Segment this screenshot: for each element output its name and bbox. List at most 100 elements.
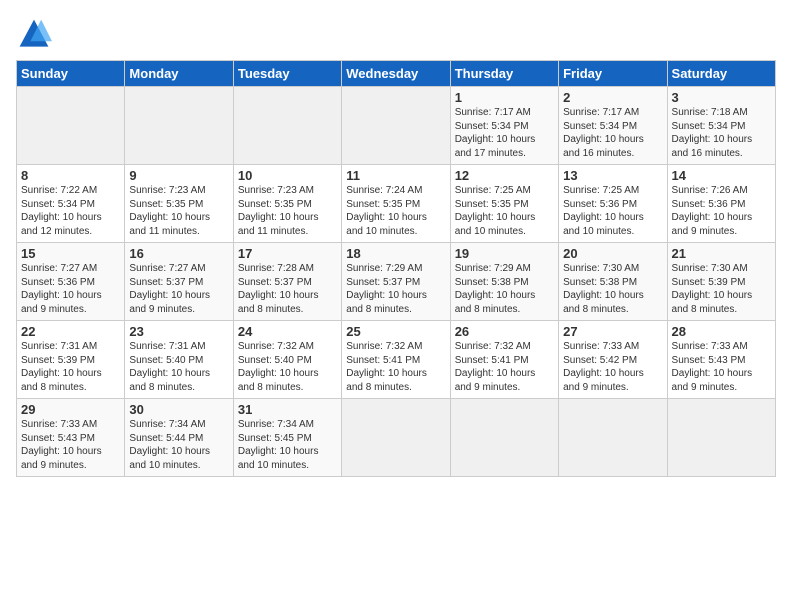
calendar-cell [342, 87, 450, 165]
day-number: 27 [563, 324, 662, 339]
day-number: 22 [21, 324, 120, 339]
calendar-cell: 30 Sunrise: 7:34 AMSunset: 5:44 PMDayligh… [125, 399, 233, 477]
calendar-cell: 9 Sunrise: 7:23 AMSunset: 5:35 PMDaylight… [125, 165, 233, 243]
day-number: 14 [672, 168, 771, 183]
day-header-tuesday: Tuesday [233, 61, 341, 87]
day-number: 15 [21, 246, 120, 261]
calendar-cell [17, 87, 125, 165]
day-number: 19 [455, 246, 554, 261]
day-number: 26 [455, 324, 554, 339]
day-info: Sunrise: 7:30 AMSunset: 5:39 PMDaylight:… [672, 263, 753, 315]
calendar-cell [667, 399, 775, 477]
day-info: Sunrise: 7:32 AMSunset: 5:40 PMDaylight:… [238, 341, 319, 393]
day-number: 21 [672, 246, 771, 261]
calendar-cell: 22 Sunrise: 7:31 AMSunset: 5:39 PMDayligh… [17, 321, 125, 399]
day-info: Sunrise: 7:33 AMSunset: 5:43 PMDaylight:… [672, 341, 753, 393]
calendar-cell: 3 Sunrise: 7:18 AMSunset: 5:34 PMDaylight… [667, 87, 775, 165]
day-number: 18 [346, 246, 445, 261]
calendar-cell: 29 Sunrise: 7:33 AMSunset: 5:43 PMDayligh… [17, 399, 125, 477]
day-info: Sunrise: 7:28 AMSunset: 5:37 PMDaylight:… [238, 263, 319, 315]
day-number: 12 [455, 168, 554, 183]
day-number: 8 [21, 168, 120, 183]
logo [16, 16, 56, 52]
day-header-monday: Monday [125, 61, 233, 87]
logo-icon [16, 16, 52, 52]
day-number: 29 [21, 402, 120, 417]
day-number: 20 [563, 246, 662, 261]
calendar-cell: 12 Sunrise: 7:25 AMSunset: 5:35 PMDayligh… [450, 165, 558, 243]
calendar-container: SundayMondayTuesdayWednesdayThursdayFrid… [0, 0, 792, 487]
calendar-cell: 23Sunrise: 7:31 AMSunset: 5:40 PMDayligh… [125, 321, 233, 399]
day-info: Sunrise: 7:23 AMSunset: 5:35 PMDaylight:… [238, 185, 319, 237]
calendar-cell: 21 Sunrise: 7:30 AMSunset: 5:39 PMDayligh… [667, 243, 775, 321]
day-number: 30 [129, 402, 228, 417]
calendar-cell: 27Sunrise: 7:33 AMSunset: 5:42 PMDayligh… [559, 321, 667, 399]
calendar-cell [450, 399, 558, 477]
calendar-cell: 11 Sunrise: 7:24 AMSunset: 5:35 PMDayligh… [342, 165, 450, 243]
calendar-cell: 10 Sunrise: 7:23 AMSunset: 5:35 PMDayligh… [233, 165, 341, 243]
day-header-friday: Friday [559, 61, 667, 87]
day-number: 11 [346, 168, 445, 183]
day-number: 16 [129, 246, 228, 261]
day-number: 24 [238, 324, 337, 339]
day-number: 9 [129, 168, 228, 183]
calendar-cell: 16 Sunrise: 7:27 AMSunset: 5:37 PMDayligh… [125, 243, 233, 321]
header-row: SundayMondayTuesdayWednesdayThursdayFrid… [17, 61, 776, 87]
calendar-cell: 19 Sunrise: 7:29 AMSunset: 5:38 PMDayligh… [450, 243, 558, 321]
week-row-3: 15 Sunrise: 7:27 AMSunset: 5:36 PMDayligh… [17, 243, 776, 321]
day-info: Sunrise: 7:26 AMSunset: 5:36 PMDaylight:… [672, 185, 753, 237]
day-info: Sunrise: 7:18 AMSunset: 5:34 PMDaylight:… [672, 107, 753, 159]
day-info: Sunrise: 7:22 AMSunset: 5:34 PMDaylight:… [21, 185, 102, 237]
day-info: Sunrise: 7:17 AMSunset: 5:34 PMDaylight:… [455, 107, 536, 159]
calendar-cell: 15 Sunrise: 7:27 AMSunset: 5:36 PMDayligh… [17, 243, 125, 321]
calendar-cell: 28 Sunrise: 7:33 AMSunset: 5:43 PMDayligh… [667, 321, 775, 399]
day-info: Sunrise: 7:24 AMSunset: 5:35 PMDaylight:… [346, 185, 427, 237]
day-number: 25 [346, 324, 445, 339]
day-header-sunday: Sunday [17, 61, 125, 87]
day-info: Sunrise: 7:34 AMSunset: 5:45 PMDaylight:… [238, 419, 319, 471]
day-info: Sunrise: 7:29 AMSunset: 5:38 PMDaylight:… [455, 263, 536, 315]
week-row-5: 29 Sunrise: 7:33 AMSunset: 5:43 PMDayligh… [17, 399, 776, 477]
calendar-table: SundayMondayTuesdayWednesdayThursdayFrid… [16, 60, 776, 477]
calendar-cell: 26 Sunrise: 7:32 AMSunset: 5:41 PMDayligh… [450, 321, 558, 399]
day-info: Sunrise: 7:17 AMSunset: 5:34 PMDaylight:… [563, 107, 644, 159]
day-number: 13 [563, 168, 662, 183]
week-row-2: 8 Sunrise: 7:22 AMSunset: 5:34 PMDaylight… [17, 165, 776, 243]
calendar-cell: 8 Sunrise: 7:22 AMSunset: 5:34 PMDaylight… [17, 165, 125, 243]
day-header-wednesday: Wednesday [342, 61, 450, 87]
day-number: 1 [455, 90, 554, 105]
day-header-thursday: Thursday [450, 61, 558, 87]
calendar-cell [125, 87, 233, 165]
calendar-cell [233, 87, 341, 165]
day-info: Sunrise: 7:27 AMSunset: 5:37 PMDaylight:… [129, 263, 210, 315]
week-row-4: 22 Sunrise: 7:31 AMSunset: 5:39 PMDayligh… [17, 321, 776, 399]
day-info: Sunrise: 7:31 AMSunset: 5:39 PMDaylight:… [21, 341, 102, 393]
day-number: 28 [672, 324, 771, 339]
day-info: Sunrise: 7:25 AMSunset: 5:35 PMDaylight:… [455, 185, 536, 237]
day-info: Sunrise: 7:34 AMSunset: 5:44 PMDaylight:… [129, 419, 210, 471]
calendar-cell: 18 Sunrise: 7:29 AMSunset: 5:37 PMDayligh… [342, 243, 450, 321]
calendar-cell: 1 Sunrise: 7:17 AMSunset: 5:34 PMDaylight… [450, 87, 558, 165]
day-info: Sunrise: 7:30 AMSunset: 5:38 PMDaylight:… [563, 263, 644, 315]
day-info: Sunrise: 7:23 AMSunset: 5:35 PMDaylight:… [129, 185, 210, 237]
calendar-cell: 31 Sunrise: 7:34 AMSunset: 5:45 PMDayligh… [233, 399, 341, 477]
calendar-cell: 2 Sunrise: 7:17 AMSunset: 5:34 PMDaylight… [559, 87, 667, 165]
day-number: 2 [563, 90, 662, 105]
calendar-cell [342, 399, 450, 477]
day-info: Sunrise: 7:32 AMSunset: 5:41 PMDaylight:… [455, 341, 536, 393]
day-number: 31 [238, 402, 337, 417]
day-number: 17 [238, 246, 337, 261]
day-number: 23 [129, 324, 228, 339]
day-info: Sunrise: 7:27 AMSunset: 5:36 PMDaylight:… [21, 263, 102, 315]
calendar-cell [559, 399, 667, 477]
day-number: 3 [672, 90, 771, 105]
calendar-cell: 20 Sunrise: 7:30 AMSunset: 5:38 PMDayligh… [559, 243, 667, 321]
day-info: Sunrise: 7:29 AMSunset: 5:37 PMDaylight:… [346, 263, 427, 315]
calendar-cell: 13Sunrise: 7:25 AMSunset: 5:36 PMDayligh… [559, 165, 667, 243]
calendar-cell: 24 Sunrise: 7:32 AMSunset: 5:40 PMDayligh… [233, 321, 341, 399]
day-number: 10 [238, 168, 337, 183]
calendar-cell: 25 Sunrise: 7:32 AMSunset: 5:41 PMDayligh… [342, 321, 450, 399]
day-info: Sunrise: 7:32 AMSunset: 5:41 PMDaylight:… [346, 341, 427, 393]
header [16, 12, 776, 52]
day-info: Sunrise: 7:33 AMSunset: 5:43 PMDaylight:… [21, 419, 102, 471]
